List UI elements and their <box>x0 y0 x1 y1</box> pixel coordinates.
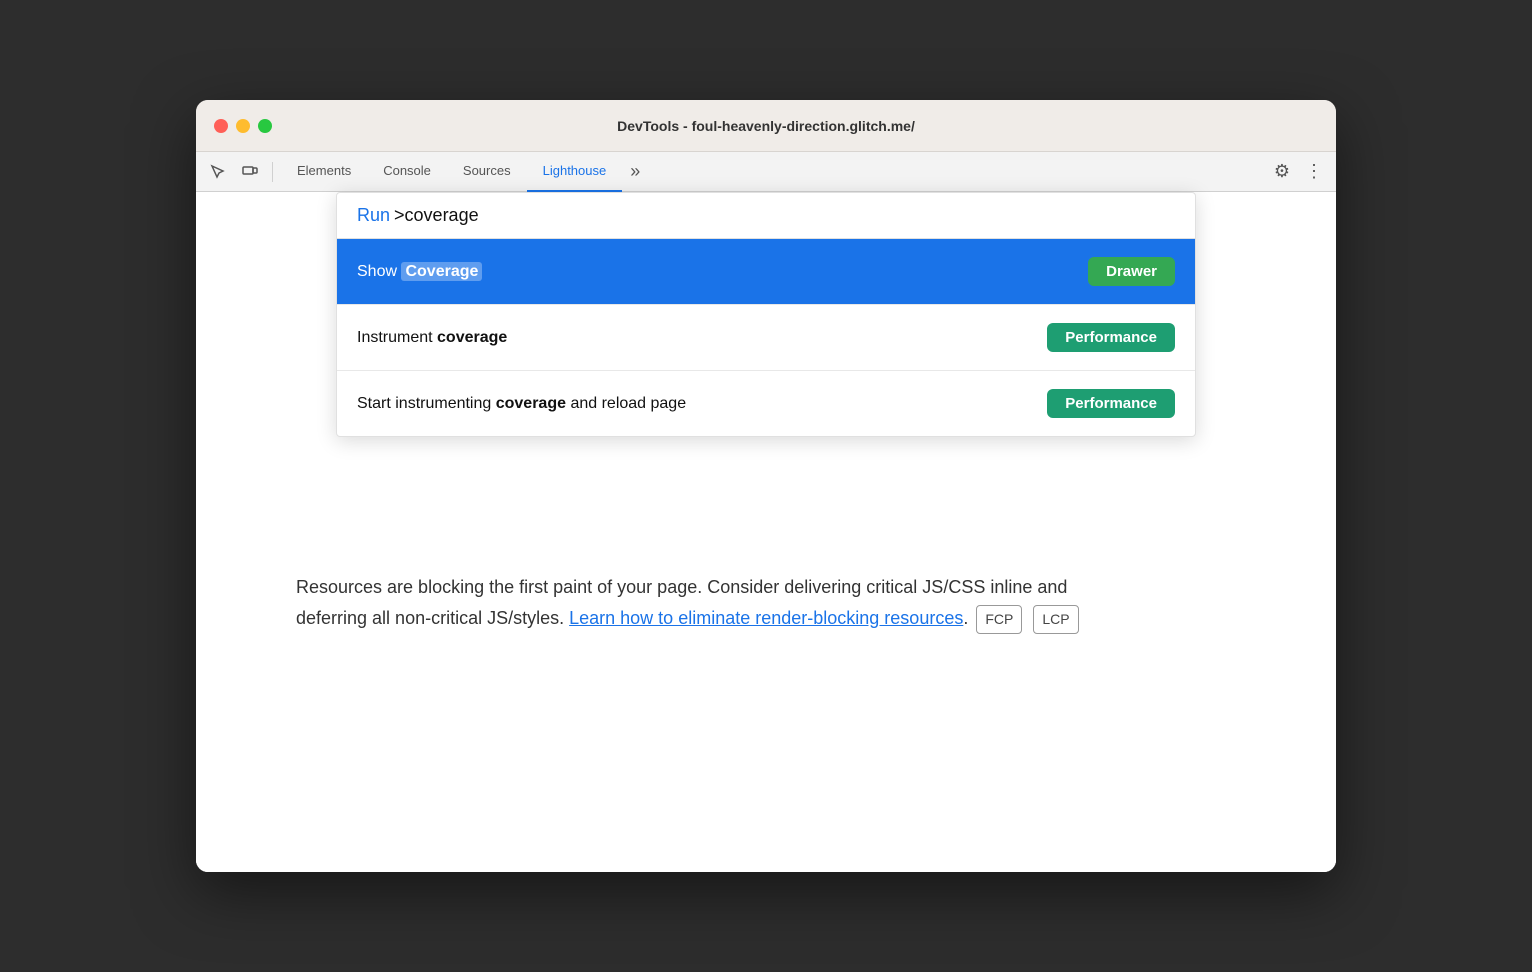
command-results: Show Coverage Drawer Instrument coverage… <box>337 239 1195 436</box>
command-palette: Run Show Coverage Drawer Instrument <box>336 192 1196 437</box>
result-start-instrumenting-badge: Performance <box>1047 389 1175 418</box>
result-instrument-coverage[interactable]: Instrument coverage Performance <box>337 305 1195 371</box>
learn-more-link[interactable]: Learn how to eliminate render-blocking r… <box>569 608 963 628</box>
toolbar-separator <box>272 162 273 182</box>
main-content: Run Show Coverage Drawer Instrument <box>196 192 1336 872</box>
devtools-window: DevTools - foul-heavenly-direction.glitc… <box>196 100 1336 872</box>
result-start-instrumenting[interactable]: Start instrumenting coverage and reload … <box>337 371 1195 436</box>
result-show-coverage-text: Show Coverage <box>357 263 482 281</box>
result-instrument-coverage-text: Instrument coverage <box>357 329 507 347</box>
command-input-row: Run <box>337 193 1195 239</box>
tab-console[interactable]: Console <box>367 152 447 192</box>
device-toolbar-button[interactable] <box>236 158 264 186</box>
devtools-body: Elements Console Sources Lighthouse » ⚙ <box>196 152 1336 872</box>
lcp-badge: LCP <box>1033 605 1078 635</box>
result-show-coverage-badge: Drawer <box>1088 257 1175 286</box>
more-options-icon[interactable]: ⋮ <box>1300 158 1328 186</box>
inspect-element-button[interactable] <box>204 158 232 186</box>
result-instrument-coverage-badge: Performance <box>1047 323 1175 352</box>
run-label: Run <box>357 205 390 226</box>
maximize-button[interactable] <box>258 119 272 133</box>
titlebar: DevTools - foul-heavenly-direction.glitc… <box>196 100 1336 152</box>
command-input[interactable] <box>394 205 1175 226</box>
settings-icon[interactable]: ⚙ <box>1268 158 1296 186</box>
tab-elements[interactable]: Elements <box>281 152 367 192</box>
toolbar: Elements Console Sources Lighthouse » ⚙ <box>196 152 1336 192</box>
fcp-badge: FCP <box>976 605 1022 635</box>
tab-more-button[interactable]: » <box>622 152 648 192</box>
result-show-coverage[interactable]: Show Coverage Drawer <box>337 239 1195 305</box>
tab-sources[interactable]: Sources <box>447 152 527 192</box>
result-start-instrumenting-text: Start instrumenting coverage and reload … <box>357 395 686 413</box>
close-button[interactable] <box>214 119 228 133</box>
toolbar-tabs: Elements Console Sources Lighthouse » <box>281 152 1264 192</box>
toolbar-right: ⚙ ⋮ <box>1268 158 1328 186</box>
tab-lighthouse[interactable]: Lighthouse <box>527 152 623 192</box>
minimize-button[interactable] <box>236 119 250 133</box>
page-description: Resources are blocking the first paint o… <box>296 572 1116 634</box>
window-title: DevTools - foul-heavenly-direction.glitc… <box>617 118 915 134</box>
traffic-lights <box>214 119 272 133</box>
